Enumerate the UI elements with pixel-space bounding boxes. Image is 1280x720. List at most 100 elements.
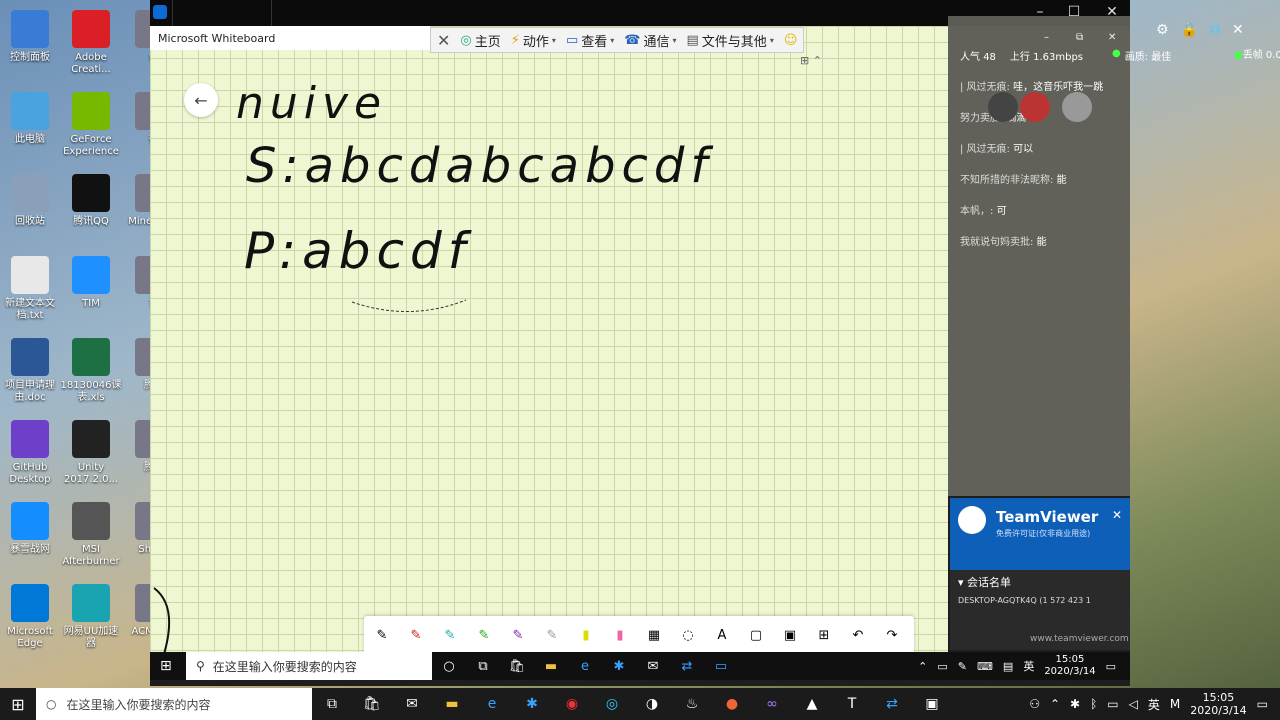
- app2-icon[interactable]: ▣: [912, 696, 952, 712]
- desktop-icon[interactable]: TIM: [59, 256, 123, 310]
- red-pen-icon[interactable]: ✎: [404, 621, 428, 649]
- visual-studio-icon[interactable]: ∞: [752, 696, 792, 712]
- photos-icon[interactable]: ▲: [792, 696, 832, 712]
- pen-tray-icon[interactable]: ✎: [958, 660, 967, 673]
- task-view-icon[interactable]: ⧉: [466, 659, 500, 674]
- lasso-icon[interactable]: ◌: [676, 621, 700, 649]
- desktop-icon[interactable]: GeForce Experience: [59, 92, 123, 158]
- typora-icon[interactable]: T: [832, 696, 872, 712]
- app-icon[interactable]: ◑: [632, 696, 672, 712]
- desktop-icon[interactable]: Unity 2017.2.0...: [59, 420, 123, 486]
- desktop-icon[interactable]: 暴雪战网: [0, 502, 62, 556]
- desktop-icon[interactable]: 此电脑: [0, 92, 62, 146]
- redo-icon[interactable]: ↷: [880, 621, 904, 649]
- lock-icon[interactable]: 🔒: [1181, 22, 1198, 38]
- view-button[interactable]: ▭ 查看 ▾: [566, 31, 614, 50]
- teamviewer-icon[interactable]: ⇄: [670, 659, 704, 674]
- session-tab[interactable]: [172, 0, 272, 26]
- files-button[interactable]: ▤ 文件与其他 ▾: [687, 31, 774, 50]
- panel-minimize-icon[interactable]: –: [1044, 32, 1049, 43]
- bluetooth-icon[interactable]: ᛒ: [1090, 697, 1097, 711]
- remote-lang[interactable]: 英: [1023, 658, 1034, 674]
- desktop-icon[interactable]: Microsoft Edge: [0, 584, 62, 650]
- chevron-up-icon[interactable]: ⌃: [918, 660, 927, 673]
- cyan-pen-icon[interactable]: ✎: [438, 621, 462, 649]
- mail-icon[interactable]: ✉: [636, 659, 670, 674]
- white-pen-icon[interactable]: ✎: [540, 621, 564, 649]
- uu-icon[interactable]: ◎: [592, 696, 632, 712]
- task-view-icon[interactable]: ⧉: [312, 696, 352, 712]
- volume-icon[interactable]: ◁: [1129, 697, 1138, 711]
- notification-icon[interactable]: ▭: [1257, 697, 1268, 711]
- shape-icon[interactable]: ▢: [744, 621, 768, 649]
- yellow-highlighter-icon[interactable]: ▮: [574, 621, 598, 649]
- whiteboard-canvas[interactable]: Microsoft Whiteboard ← nuive S:abcdabcab…: [150, 26, 948, 652]
- steam-icon[interactable]: ♨: [672, 696, 712, 712]
- battery-icon[interactable]: ▭: [937, 660, 947, 673]
- ruler-icon[interactable]: ▦: [642, 621, 666, 649]
- purple-pen-icon[interactable]: ✎: [506, 621, 530, 649]
- tim-icon[interactable]: ✱: [602, 659, 636, 674]
- popout-icon[interactable]: ⧉: [1210, 22, 1220, 38]
- edge-icon[interactable]: e: [568, 659, 602, 674]
- undo-icon[interactable]: ↶: [846, 621, 870, 649]
- panel-restore-icon[interactable]: ⧉: [1076, 32, 1083, 43]
- explorer-icon[interactable]: ▬: [534, 659, 568, 674]
- desktop-icon[interactable]: Adobe Creati...: [59, 10, 123, 76]
- tim-tray-icon[interactable]: ✱: [1070, 697, 1080, 711]
- remote-clock[interactable]: 15:05 2020/3/14: [1044, 654, 1095, 678]
- collapse-chevron-icon[interactable]: ⊞ ⌃: [800, 54, 822, 67]
- close-icon[interactable]: ✕: [1112, 508, 1122, 522]
- input-lang[interactable]: 英: [1148, 696, 1160, 713]
- comm-button[interactable]: ☎ 通信 ▾: [624, 31, 676, 50]
- green-pen-icon[interactable]: ✎: [472, 621, 496, 649]
- network-icon[interactable]: ▭: [1107, 697, 1118, 711]
- chevron-up-icon[interactable]: ⌃: [1050, 697, 1060, 711]
- text-icon[interactable]: A: [710, 621, 734, 649]
- desktop-icon[interactable]: 控制面板: [0, 10, 62, 64]
- recording-icon[interactable]: ●: [712, 696, 752, 712]
- store-icon[interactable]: 🛍: [500, 659, 534, 674]
- ime-mode[interactable]: M: [1170, 697, 1180, 711]
- back-button[interactable]: ←: [184, 83, 218, 117]
- mail-icon[interactable]: ✉: [392, 696, 432, 712]
- black-pen-icon[interactable]: ✎: [370, 621, 394, 649]
- add-icon[interactable]: ⊞: [812, 621, 836, 649]
- desktop-icon[interactable]: GitHub Desktop: [0, 420, 62, 486]
- people-icon[interactable]: ⚇: [1029, 697, 1040, 711]
- remote-search-box[interactable]: ⚲ 在这里输入你要搜索的内容: [186, 652, 432, 680]
- desktop-icon[interactable]: 回收站: [0, 174, 62, 228]
- start-icon[interactable]: ⊞: [0, 695, 36, 714]
- search-box[interactable]: ○ 在这里输入你要搜索的内容: [36, 688, 312, 720]
- store-icon[interactable]: 🛍: [352, 696, 392, 712]
- netease-music-icon[interactable]: ◉: [552, 696, 592, 712]
- teamviewer-icon[interactable]: ⇄: [872, 696, 912, 712]
- clock[interactable]: 15:05 2020/3/14: [1190, 691, 1246, 717]
- notification-icon[interactable]: ▭: [1106, 660, 1116, 673]
- desktop-icon[interactable]: 网易UU加速器: [59, 584, 123, 650]
- desktop-icon[interactable]: 新建文本文档.txt: [0, 256, 62, 322]
- pink-highlighter-icon[interactable]: ▮: [608, 621, 632, 649]
- image-icon[interactable]: ▣: [778, 621, 802, 649]
- explorer-icon[interactable]: ▬: [432, 696, 472, 712]
- gear-icon[interactable]: ⚙: [1156, 22, 1169, 38]
- home-button[interactable]: ◎ 主页: [460, 31, 500, 50]
- tim-icon[interactable]: ✱: [512, 696, 552, 712]
- desktop-icon[interactable]: MSI Afterburner: [59, 502, 123, 568]
- teamviewer-url[interactable]: www.teamviewer.com: [1030, 634, 1129, 644]
- cortana-icon[interactable]: ○: [432, 659, 466, 674]
- avatar[interactable]: [1020, 92, 1050, 122]
- whiteboard-app-icon[interactable]: ▭: [704, 659, 738, 674]
- edge-icon[interactable]: e: [472, 696, 512, 712]
- desktop-icon[interactable]: 项目申请理由.doc: [0, 338, 62, 404]
- smiley-icon[interactable]: ☺: [784, 33, 798, 48]
- keyboard-icon[interactable]: ⌨: [977, 660, 993, 673]
- close-toolbar-icon[interactable]: ✕: [437, 31, 450, 50]
- session-item[interactable]: DESKTOP-AGQTK4Q (1 572 423 1: [950, 594, 1130, 607]
- desktop-icon[interactable]: 18130046课表.xls: [59, 338, 123, 404]
- close-icon[interactable]: ✕: [1232, 22, 1244, 38]
- panel-close-icon[interactable]: ✕: [1108, 32, 1116, 43]
- user-avatar-icon[interactable]: [988, 92, 1018, 122]
- actions-button[interactable]: ⚡ 动作 ▾: [511, 31, 556, 50]
- desktop-icon[interactable]: 腾讯QQ: [59, 174, 123, 228]
